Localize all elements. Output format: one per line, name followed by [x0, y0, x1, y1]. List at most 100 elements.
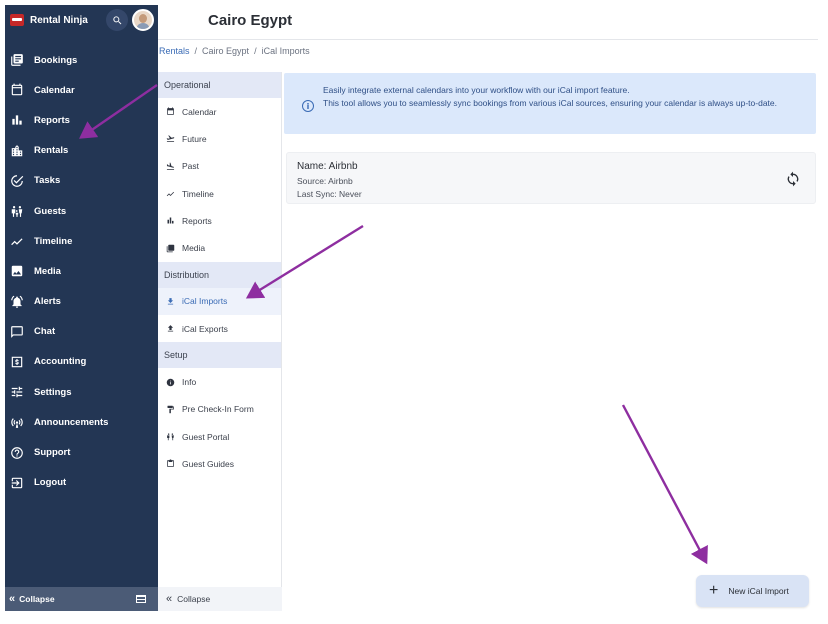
sidebar-item-label: Tasks — [34, 175, 61, 187]
breadcrumb: Rentals / Cairo Egypt / iCal Imports — [159, 46, 310, 56]
subnav-item-label: Future — [182, 133, 207, 144]
guests-icon — [167, 433, 174, 441]
new-ical-import-button[interactable]: + New iCal Import — [696, 575, 809, 607]
breadcrumb-rental-link[interactable]: Cairo Egypt — [202, 46, 249, 56]
new-ical-import-label: New iCal Import — [728, 586, 789, 596]
sidebar-item-timeline[interactable]: Timeline — [5, 226, 158, 256]
import-name: Name: Airbnb — [297, 161, 358, 172]
info-banner-text: Easily integrate external calendars into… — [323, 84, 803, 110]
reports-icon — [167, 217, 174, 224]
subnav-item-label: Guest Portal — [182, 431, 230, 442]
ical-import-card[interactable]: Name: Airbnb Source: Airbnb Last Sync: N… — [286, 152, 816, 204]
tasks-icon — [11, 175, 24, 187]
sidebar-item-label: Announcements — [34, 416, 109, 428]
subnav-item-guest-guides[interactable]: Guest Guides — [158, 450, 281, 477]
sidebar-item-accounting[interactable]: Accounting — [5, 347, 158, 377]
alerts-icon — [11, 295, 23, 308]
flight-land-icon — [166, 162, 175, 170]
calendar-icon — [167, 107, 174, 116]
search-button[interactable] — [106, 9, 128, 31]
sidebar-item-label: Reports — [34, 114, 70, 126]
double-chevron-left-icon: « — [166, 593, 173, 605]
subnav-item-future[interactable]: Future — [158, 125, 281, 152]
subnav-item-label: Calendar — [182, 106, 217, 117]
breadcrumb-rentals-link[interactable]: Rentals — [159, 46, 190, 56]
subnav-item-label: Media — [182, 243, 206, 254]
section-header-setup: Setup — [158, 342, 281, 369]
timeline-icon — [166, 191, 175, 197]
subnav-item-media[interactable]: Media — [158, 234, 281, 261]
collapse-label: Collapse — [19, 594, 55, 604]
subnav-item-label: Timeline — [182, 188, 214, 199]
sync-icon — [787, 171, 799, 187]
sidebar-item-label: Rentals — [34, 145, 69, 157]
breadcrumb-separator: / — [194, 46, 198, 56]
sidebar-item-label: Alerts — [34, 296, 61, 308]
photo-library-icon — [166, 244, 175, 252]
collapse-label: Collapse — [177, 594, 211, 604]
sidebar-item-label: Media — [34, 265, 61, 277]
sidebar-item-bookings[interactable]: Bookings — [5, 45, 158, 75]
subnav-item-label: Past — [182, 161, 200, 172]
section-header-operational: Operational — [158, 72, 281, 98]
sidebar-item-media[interactable]: Media — [5, 256, 158, 286]
reports-icon — [12, 115, 22, 126]
sidebar-item-label: Chat — [34, 326, 56, 338]
sidebar-item-label: Timeline — [34, 235, 73, 247]
subnav-item-calendar[interactable]: Calendar — [158, 98, 281, 125]
subnav-collapse-button[interactable]: « Collapse — [158, 587, 282, 611]
subnav-item-label: iCal Imports — [182, 296, 228, 307]
sidebar-item-announcements[interactable]: Announcements — [5, 407, 158, 437]
info-icon — [166, 378, 175, 386]
user-avatar[interactable] — [132, 9, 154, 31]
subnav-item-pre-check-in-form[interactable]: Pre Check-In Form — [158, 396, 281, 423]
rental-subnav: Operational Calendar Future Past Timelin… — [158, 72, 282, 611]
info-outline-icon: i — [302, 100, 314, 112]
sidebar-header: Rental Ninja — [5, 5, 158, 39]
sidebar-item-chat[interactable]: Chat — [5, 317, 158, 347]
top-header: Cairo Egypt — [158, 5, 818, 40]
subnav-item-label: Info — [182, 377, 197, 388]
search-icon — [112, 15, 121, 24]
sidebar-item-tasks[interactable]: Tasks — [5, 166, 158, 196]
sidebar-collapse-button[interactable]: « Collapse — [5, 587, 158, 611]
sidebar-item-calendar[interactable]: Calendar — [5, 75, 158, 105]
timeline-icon — [11, 238, 23, 246]
subnav-item-past[interactable]: Past — [158, 153, 281, 180]
settings-icon — [11, 386, 23, 398]
sidebar-item-reports[interactable]: Reports — [5, 105, 158, 135]
guests-icon — [11, 206, 23, 217]
sidebar-item-alerts[interactable]: Alerts — [5, 287, 158, 317]
subnav-item-guest-portal[interactable]: Guest Portal — [158, 423, 281, 450]
flight-takeoff-icon — [166, 135, 175, 143]
main-nav: Bookings Calendar Reports Rentals Tasks … — [5, 45, 158, 498]
main-sidebar: Rental Ninja Bookings Calendar Reports R… — [5, 5, 158, 611]
dock-menu-icon[interactable] — [136, 595, 146, 603]
subnav-item-label: Pre Check-In Form — [182, 404, 254, 415]
subnav-item-info[interactable]: Info — [158, 368, 281, 395]
download-icon — [167, 298, 174, 305]
sidebar-item-support[interactable]: Support — [5, 437, 158, 467]
subnav-item-reports[interactable]: Reports — [158, 207, 281, 234]
sidebar-item-rentals[interactable]: Rentals — [5, 136, 158, 166]
info-banner-line-1: Easily integrate external calendars into… — [323, 85, 630, 95]
section-header-distribution: Distribution — [158, 261, 281, 288]
calendar-icon — [11, 83, 23, 96]
sidebar-item-label: Accounting — [34, 356, 87, 368]
support-icon — [11, 446, 23, 459]
announcements-icon — [11, 418, 23, 429]
sidebar-item-label: Logout — [34, 477, 67, 489]
plus-icon: + — [709, 582, 719, 599]
subnav-item-timeline[interactable]: Timeline — [158, 180, 281, 207]
sync-button[interactable] — [785, 171, 801, 187]
paint-roller-icon — [167, 405, 174, 414]
subnav-item-ical-exports[interactable]: iCal Exports — [158, 315, 281, 342]
sidebar-item-settings[interactable]: Settings — [5, 377, 158, 407]
sidebar-item-label: Settings — [34, 386, 72, 398]
subnav-item-ical-imports[interactable]: iCal Imports — [158, 287, 281, 316]
upload-icon — [167, 325, 174, 332]
double-chevron-left-icon: « — [9, 593, 16, 605]
breadcrumb-current: iCal Imports — [261, 46, 310, 56]
sidebar-item-guests[interactable]: Guests — [5, 196, 158, 226]
sidebar-item-logout[interactable]: Logout — [5, 468, 158, 498]
